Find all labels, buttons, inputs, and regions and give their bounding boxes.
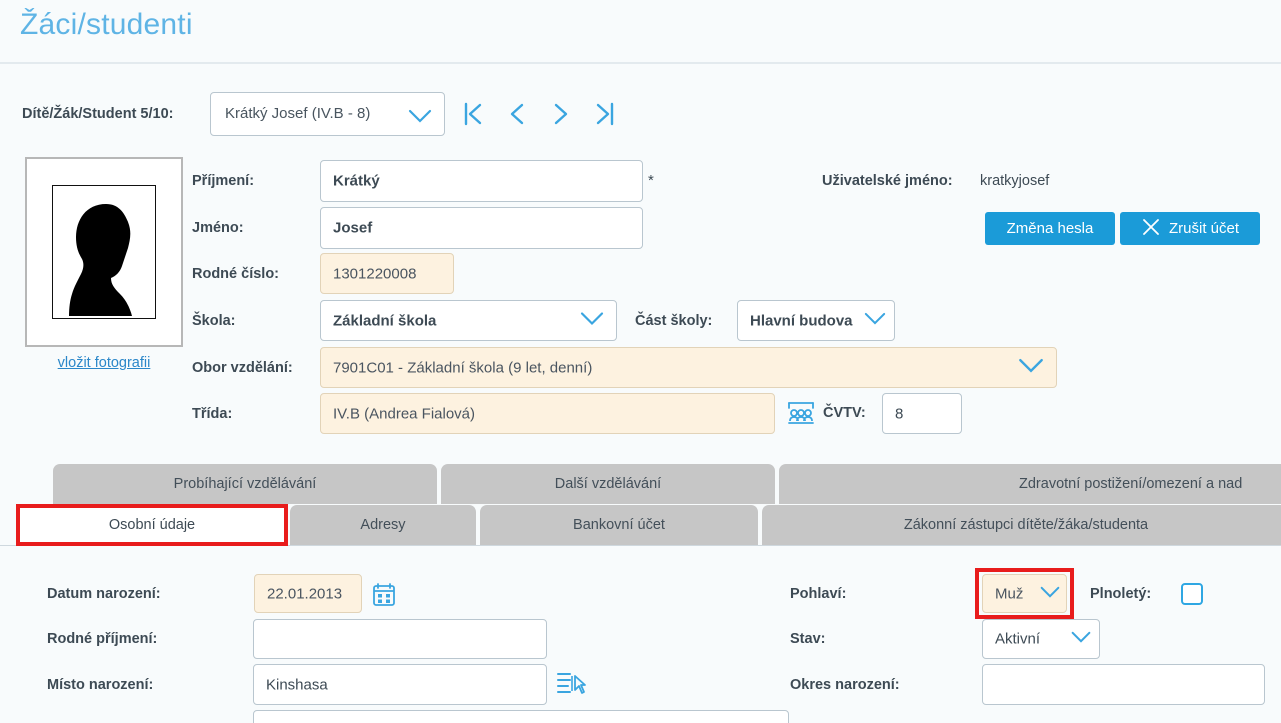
tab-label: Probíhající vzdělávání: [173, 476, 317, 492]
app-root: Žáci/studenti Dítě/Žák/Student 5/10: Krá…: [0, 0, 1281, 723]
school-part-label: Část školy:: [635, 313, 713, 329]
calendar-icon[interactable]: [372, 582, 396, 607]
silhouette-portrait-icon: [69, 204, 132, 316]
first-record-icon[interactable]: [455, 92, 493, 136]
tab-osobni-udaje[interactable]: Osobní údaje: [18, 505, 286, 545]
list-picker-icon[interactable]: [556, 670, 586, 698]
avatar: [52, 185, 156, 319]
surname-value: Krátký: [333, 172, 380, 190]
chevron-down-icon: [1040, 585, 1060, 603]
birth-number-value: 1301220008: [333, 265, 417, 282]
people-group-icon[interactable]: [786, 400, 816, 426]
adult-label: Plnoletý:: [1090, 586, 1152, 602]
header-divider: [0, 62, 1281, 64]
tab-label: Adresy: [360, 517, 406, 533]
birth-place-label: Místo narození:: [47, 677, 154, 693]
chevron-down-icon: [1071, 630, 1091, 648]
record-navigator-label: Dítě/Žák/Student 5/10:: [22, 106, 174, 122]
birth-district-label: Okres narození:: [790, 677, 900, 693]
birth-number-input[interactable]: 1301220008: [320, 253, 454, 294]
field-of-study-label: Obor vzdělání:: [192, 360, 293, 376]
tab-zdravotni-postizeni[interactable]: Zdravotní postižení/omezení a nad: [779, 464, 1281, 504]
birth-district-input[interactable]: [982, 664, 1265, 705]
surname-input[interactable]: Krátký: [320, 160, 643, 202]
chevron-down-icon: [864, 312, 886, 330]
next-record-icon[interactable]: [542, 92, 580, 136]
cancel-account-label: Zrušit účet: [1168, 220, 1240, 237]
school-part-select[interactable]: Hlavní budova: [737, 300, 895, 341]
firstname-value: Josef: [333, 219, 373, 237]
cvtv-input[interactable]: 8: [882, 393, 962, 434]
chevron-down-icon: [580, 311, 604, 330]
field-of-study-value: 7901C01 - Základní škola (9 let, denní): [333, 359, 593, 376]
insert-photo-link[interactable]: vložit fotografii: [25, 355, 183, 371]
student-select-value: Krátký Josef (IV.B - 8): [225, 105, 371, 122]
class-input[interactable]: IV.B (Andrea Fialová): [320, 393, 775, 434]
school-value: Základní škola: [333, 312, 437, 329]
school-part-value: Hlavní budova: [750, 312, 853, 329]
close-icon: [1141, 217, 1161, 241]
surname-required-mark: *: [648, 172, 654, 189]
cvtv-value: 8: [895, 405, 904, 422]
cancel-account-button[interactable]: Zrušit účet: [1120, 212, 1260, 245]
username-label: Uživatelské jméno:: [822, 173, 953, 189]
firstname-input[interactable]: Josef: [320, 207, 643, 249]
school-select[interactable]: Základní škola: [320, 300, 617, 341]
birth-date-label: Datum narození:: [47, 586, 161, 602]
username-value: kratkyjosef: [980, 173, 1050, 189]
page-title: Žáci/studenti: [20, 8, 193, 41]
birth-number-label: Rodné číslo:: [192, 266, 280, 282]
tab-underline: [0, 545, 1281, 546]
chevron-down-icon: [1018, 358, 1044, 378]
tab-label: Bankovní účet: [573, 517, 665, 533]
class-label: Třída:: [192, 406, 233, 422]
student-select[interactable]: Krátký Josef (IV.B - 8): [210, 92, 445, 136]
tab-dalsi-vzdelavani[interactable]: Další vzdělávání: [441, 464, 775, 504]
chevron-down-icon: [408, 109, 432, 128]
birth-place-input[interactable]: Kinshasa: [253, 664, 547, 705]
birth-surname-input[interactable]: [253, 619, 547, 659]
gender-select[interactable]: Muž: [982, 574, 1067, 613]
birth-date-input[interactable]: 22.01.2013: [254, 574, 362, 613]
birth-surname-label: Rodné příjmení:: [47, 631, 158, 647]
gender-label: Pohlaví:: [790, 586, 847, 602]
change-password-button[interactable]: Změna hesla: [985, 212, 1115, 245]
tab-label: Zdravotní postižení/omezení a nad: [1019, 476, 1243, 492]
tab-zakonni-zastupci[interactable]: Zákonní zástupci dítěte/žáka/studenta: [762, 505, 1281, 545]
tab-row-top: Probíhající vzdělávání Další vzdělávání …: [0, 464, 1281, 504]
gender-value: Muž: [995, 585, 1024, 602]
additional-field-input[interactable]: [253, 710, 789, 723]
tab-adresy[interactable]: Adresy: [290, 505, 476, 545]
tab-label: Zákonní zástupci dítěte/žáka/studenta: [903, 517, 1149, 533]
last-record-icon[interactable]: [585, 92, 623, 136]
cvtv-label: ČVTV:: [823, 405, 866, 421]
student-photo-frame: [25, 157, 183, 347]
field-of-study-select[interactable]: 7901C01 - Základní škola (9 let, denní): [320, 347, 1057, 388]
class-value: IV.B (Andrea Fialová): [333, 405, 476, 422]
birth-place-value: Kinshasa: [266, 676, 328, 693]
status-label: Stav:: [790, 631, 826, 647]
birth-date-value: 22.01.2013: [267, 585, 343, 602]
school-label: Škola:: [192, 313, 236, 329]
tab-label: Další vzdělávání: [554, 476, 662, 492]
firstname-label: Jméno:: [192, 220, 244, 236]
tab-row-bottom: Osobní údaje Adresy Bankovní účet Zákonn…: [0, 505, 1281, 545]
adult-checkbox[interactable]: [1181, 583, 1203, 605]
tab-probihajici-vzdelavani[interactable]: Probíhající vzdělávání: [53, 464, 437, 504]
status-value: Aktivní: [995, 630, 1041, 648]
tab-bankovni-ucet[interactable]: Bankovní účet: [480, 505, 758, 545]
surname-label: Příjmení:: [192, 173, 255, 189]
previous-record-icon[interactable]: [498, 92, 536, 136]
tab-label: Osobní údaje: [108, 517, 196, 533]
status-select[interactable]: Aktivní: [982, 619, 1100, 659]
record-navigator: Dítě/Žák/Student 5/10: Krátký Josef (IV.…: [0, 92, 1281, 140]
